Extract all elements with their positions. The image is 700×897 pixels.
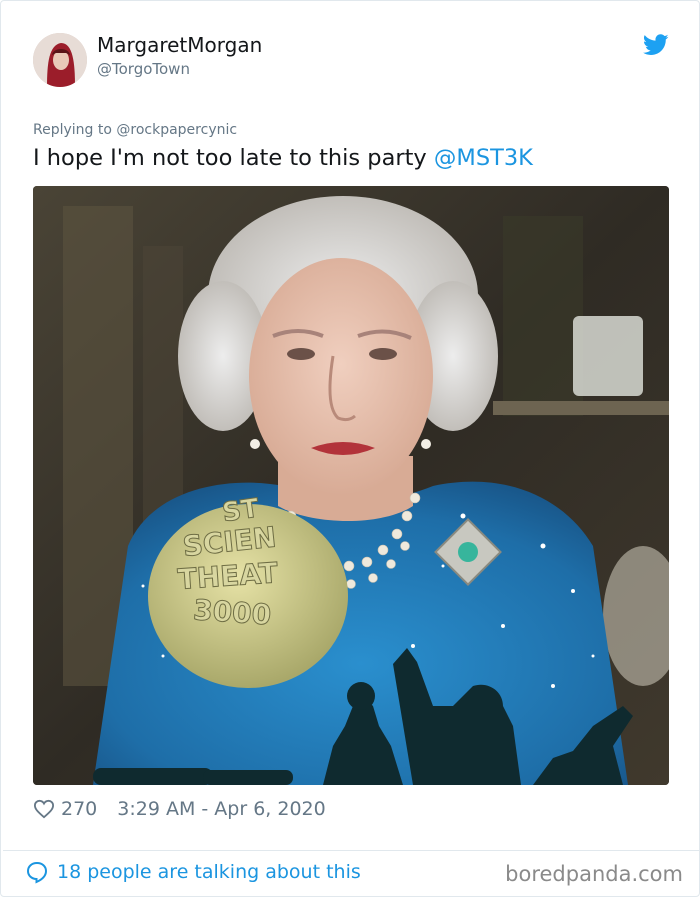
tweet-card: MargaretMorgan @TorgoTown Replying to @r…: [0, 0, 700, 897]
tweet-text: I hope I'm not too late to this party @M…: [33, 145, 533, 171]
reply-target-link[interactable]: @rockpapercynic: [116, 122, 237, 138]
speech-bubble-icon: [26, 861, 48, 884]
conversation-link[interactable]: 18 people are talking about this: [25, 860, 361, 884]
reply-prefix: Replying to: [33, 122, 112, 138]
reply-context: Replying to @rockpapercynic: [33, 122, 237, 138]
watermark: boredpanda.com: [505, 862, 683, 886]
photo-text-line3: THEAT: [177, 556, 279, 596]
tweet-meta: 270 3:29 AM - Apr 6, 2020: [33, 798, 326, 820]
twitter-bird-icon[interactable]: [643, 34, 669, 56]
divider: [3, 850, 699, 851]
heart-icon[interactable]: [33, 799, 55, 819]
avatar[interactable]: [33, 33, 87, 87]
photo-text-line4: 3000: [192, 593, 272, 631]
tweet-body: I hope I'm not too late to this party: [33, 145, 427, 171]
tweet-photo[interactable]: ST SCIEN THEAT 3000: [33, 186, 669, 785]
timestamp-link[interactable]: 3:29 AM - Apr 6, 2020: [117, 798, 325, 820]
user-handle[interactable]: @TorgoTown: [97, 60, 190, 78]
like-count[interactable]: 270: [61, 798, 97, 820]
user-display-name[interactable]: MargaretMorgan: [97, 33, 262, 57]
conversation-label[interactable]: 18 people are talking about this: [57, 861, 361, 883]
mention-link[interactable]: @MST3K: [434, 145, 533, 171]
